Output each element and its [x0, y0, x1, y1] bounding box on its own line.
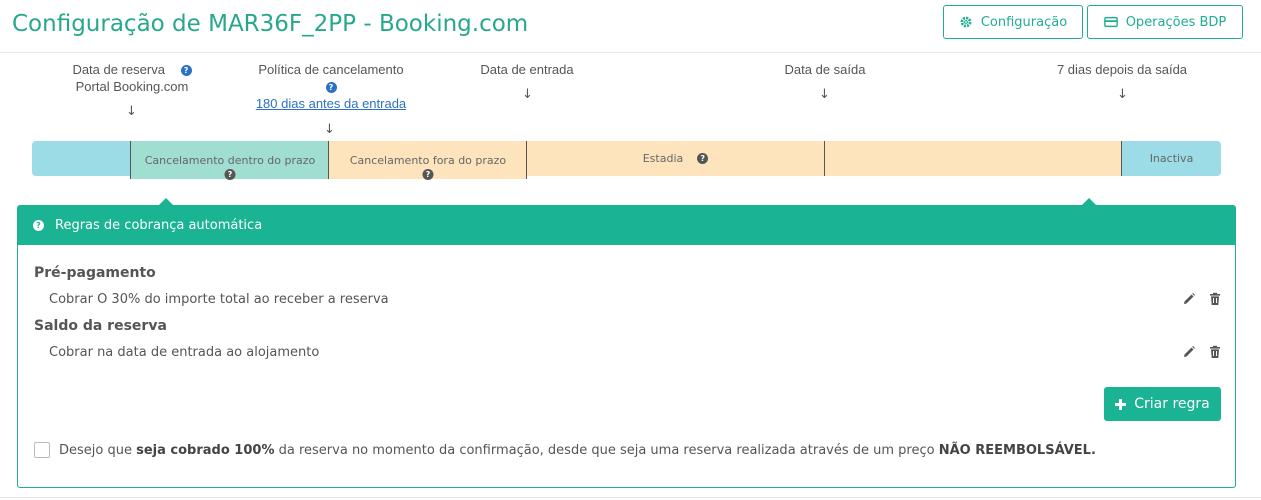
- bdp-operations-button-label: Operações BDP: [1125, 14, 1227, 30]
- reservation-arrow-icon: ↓: [126, 104, 137, 119]
- timeline-segment-stay: Estadia ?: [527, 141, 824, 176]
- timeline-divider: [526, 141, 527, 179]
- cancellation-days-link[interactable]: 180 dias antes da entrada: [256, 96, 406, 111]
- question-circle-icon[interactable]: ?: [180, 65, 192, 77]
- consent-prefix: Desejo que: [59, 443, 132, 458]
- page-title: Configuração de MAR36F_2PP - Booking.com: [12, 11, 529, 37]
- timeline-divider: [1121, 141, 1122, 176]
- create-rule-label: Criar regra: [1134, 396, 1210, 412]
- timeline-divider: [328, 141, 329, 179]
- plus-icon: [1115, 398, 1127, 410]
- question-circle-icon[interactable]: ?: [325, 82, 337, 94]
- checkin-date-label: Data de entrada: [480, 62, 574, 77]
- consent-bold-non-refundable: NÃO REEMBOLSÁVEL.: [938, 443, 1096, 458]
- stay-label: Estadia: [642, 152, 684, 165]
- panel-title: Regras de cobrança automática: [55, 218, 263, 233]
- bdp-operations-button[interactable]: Operações BDP: [1087, 5, 1243, 39]
- timeline-segment-cancel-late: Cancelamento fora do prazo ?: [329, 141, 527, 180]
- consent-middle: da reserva no momento da confirmação, de…: [278, 443, 935, 458]
- question-circle-icon[interactable]: ?: [33, 220, 44, 231]
- trash-icon[interactable]: [1208, 292, 1222, 306]
- balance-heading: Saldo da reserva: [34, 318, 167, 334]
- question-circle-icon[interactable]: ?: [224, 169, 236, 180]
- checkin-arrow-icon: ↓: [522, 87, 533, 102]
- after-checkout-arrow-icon: ↓: [1117, 87, 1128, 102]
- timeline-divider: [130, 141, 131, 179]
- prepayment-heading: Pré-pagamento: [34, 265, 156, 281]
- consent-bold-amount: seja cobrado 100%: [136, 443, 275, 458]
- reservation-portal-label: Portal Booking.com: [75, 79, 189, 94]
- reservation-date-label: Data de reserva: [72, 62, 165, 77]
- credit-card-icon: [1103, 16, 1118, 28]
- cancellation-policy-label: Política de cancelamento: [258, 62, 404, 77]
- balance-rule-text: Cobrar na data de entrada ao alojamento: [49, 345, 320, 360]
- timeline-divider: [824, 141, 825, 176]
- inactive-label: Inactiva: [1149, 152, 1194, 165]
- timeline-reservation-date: Data de reserva ? Portal Booking.com: [62, 61, 202, 95]
- gear-icon: [960, 16, 972, 28]
- pencil-icon[interactable]: [1182, 345, 1196, 359]
- panel-header: ? Regras de cobrança automática: [18, 206, 1235, 245]
- footer-divider: [0, 497, 1261, 498]
- non-refundable-charge-checkbox[interactable]: [34, 442, 50, 458]
- question-circle-icon[interactable]: ?: [422, 169, 434, 180]
- timeline-segment-post-stay: [824, 141, 1122, 176]
- checkout-date-label: Data de saída: [784, 62, 866, 77]
- auto-charge-rules-panel: ? Regras de cobrança automática Pré-paga…: [17, 205, 1236, 488]
- configuration-button[interactable]: Configuração: [943, 5, 1083, 39]
- cancellation-arrow-icon: ↓: [324, 122, 335, 137]
- prepayment-rule-text: Cobrar O 30% do importe total ao receber…: [49, 292, 389, 307]
- timeline-segment-inactive: Inactiva: [1122, 141, 1221, 176]
- header-divider: [0, 52, 1261, 53]
- configuration-button-label: Configuração: [980, 14, 1068, 30]
- checkout-arrow-icon: ↓: [819, 87, 830, 102]
- timeline-segment-before: [32, 141, 131, 176]
- non-refundable-charge-label: Desejo que seja cobrado 100% da reserva …: [59, 443, 1096, 458]
- after-checkout-label: 7 dias depois da saída: [1056, 62, 1188, 77]
- timeline-cancellation-policy: Política de cancelamento ? 180 dias ante…: [241, 61, 421, 112]
- cancel-in-time-label: Cancelamento dentro do prazo: [144, 153, 316, 167]
- question-circle-icon[interactable]: ?: [697, 153, 709, 164]
- trash-icon[interactable]: [1208, 345, 1222, 359]
- timeline-segment-cancel-in-time: Cancelamento dentro do prazo ?: [131, 141, 329, 180]
- create-rule-button[interactable]: Criar regra: [1104, 387, 1221, 421]
- cancel-late-label: Cancelamento fora do prazo: [349, 153, 507, 167]
- pencil-icon[interactable]: [1182, 292, 1196, 306]
